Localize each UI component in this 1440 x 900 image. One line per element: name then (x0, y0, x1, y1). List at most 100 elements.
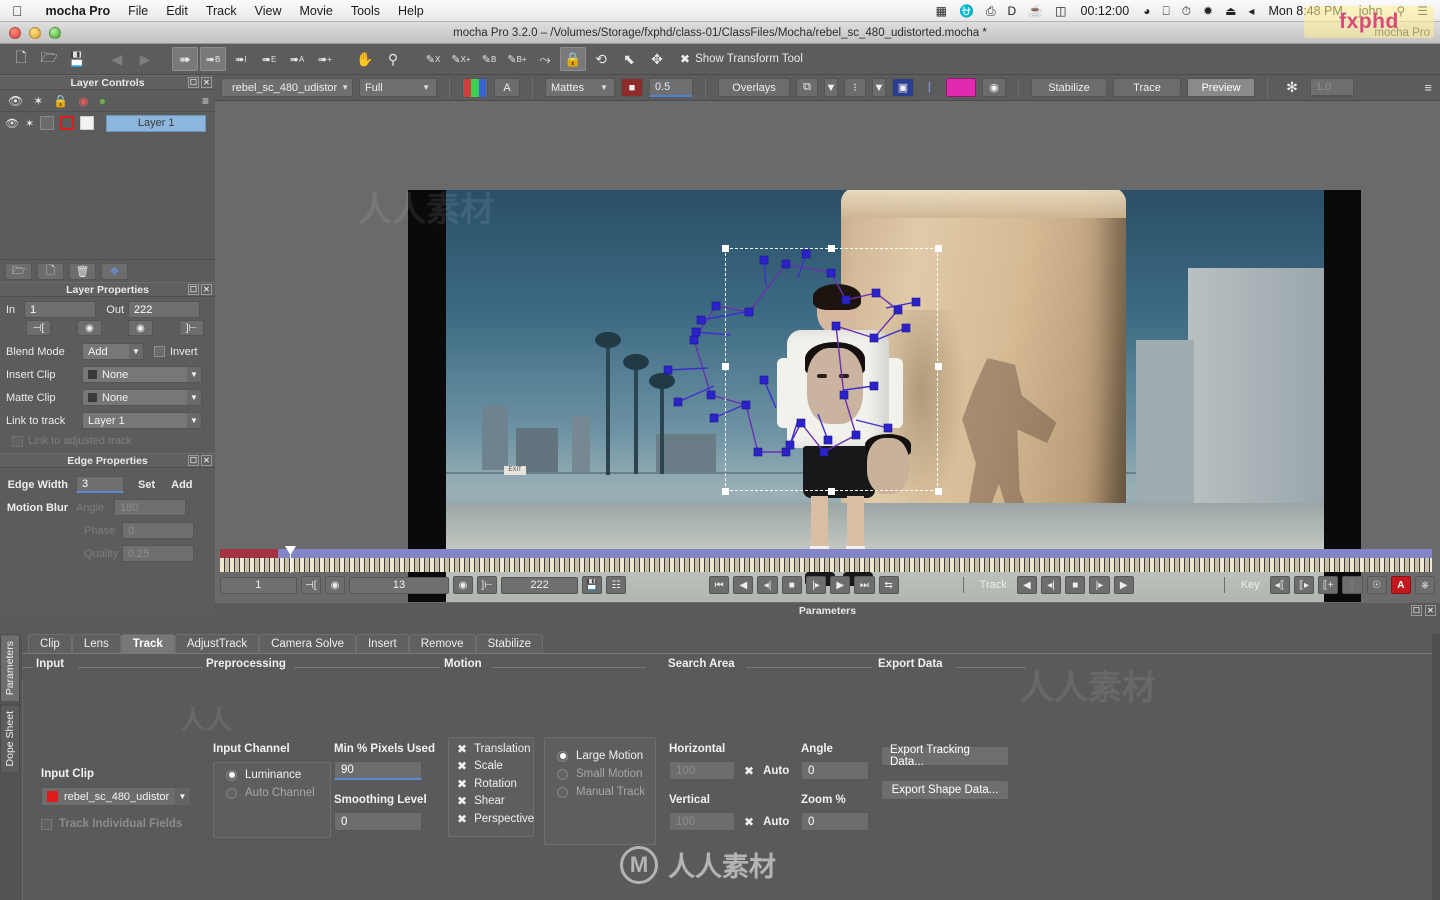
delete-key-icon[interactable]: ⟦ (1342, 576, 1363, 594)
viewer-panel[interactable]: EXIT 1 ⊣[◉ 13 ◉]⊢ 222 💾 ☷ ⏮ ◀ ◂| ■ |▸ … (215, 101, 1440, 607)
timeline-frames[interactable] (220, 558, 1432, 572)
set-in-icon[interactable]: ⊣[ (26, 320, 51, 336)
set-in-point-icon[interactable]: ⊣[ (300, 576, 321, 594)
timeline-range-bar[interactable] (220, 549, 1432, 558)
radio-luminance[interactable]: Luminance (226, 769, 330, 781)
horizontal-auto-label[interactable]: Auto (763, 765, 789, 777)
radio-manual-track[interactable]: Manual Track (557, 786, 655, 798)
menu-file[interactable]: File (119, 0, 157, 22)
new-group-icon[interactable]: 🗁 (5, 262, 32, 280)
bbox-handle-tl[interactable] (722, 245, 729, 252)
all-points-a-tool-icon[interactable]: ➠ A (284, 47, 310, 71)
bbox-handle-mr[interactable] (935, 363, 942, 370)
matte-opacity-input[interactable]: 0.5 (649, 78, 693, 97)
bbox-handle-bm[interactable] (828, 488, 835, 495)
point-display-icon[interactable]: ⁝ (844, 78, 866, 97)
link-lock-tool-icon[interactable]: 🔒 (560, 47, 586, 71)
screen-share-icon[interactable]: ⎕ (1156, 0, 1175, 22)
overlays-button[interactable]: Overlays (718, 78, 790, 97)
blend-mode-select[interactable]: Add ▼ (82, 343, 144, 360)
add-point-b-tool-icon[interactable]: ➠ B (200, 47, 226, 71)
edge-width-input[interactable]: 3 (76, 476, 124, 493)
vtab-dope-sheet[interactable]: Dope Sheet (0, 704, 20, 774)
mattes-selector[interactable]: Mattes ▼ (545, 78, 615, 97)
save-range-icon[interactable]: ☷ (606, 576, 627, 594)
edge-set-button[interactable]: Set (138, 479, 155, 491)
trace-button[interactable]: Trace (1113, 78, 1181, 97)
play-forward-icon[interactable]: ▶ (830, 576, 851, 594)
bbox-handle-tr[interactable] (935, 245, 942, 252)
float-panel-icon[interactable]: ☐ (188, 284, 199, 295)
track-forward-one-icon[interactable]: |▸ (1089, 576, 1110, 594)
brightness-icon[interactable]: ✻ (1280, 78, 1304, 97)
close-panel-icon[interactable]: ✕ (201, 77, 212, 88)
outline-color-icon[interactable]: ◉ (78, 94, 88, 108)
play-backward-icon[interactable]: ◀ (733, 576, 754, 594)
vertical-input[interactable]: 100 (669, 812, 735, 831)
tab-camera-solve[interactable]: Camera Solve (259, 634, 356, 653)
magnetic-spline-tool-icon[interactable]: ⤳ (532, 47, 558, 71)
prev-key-icon[interactable]: ◂⟦ (1269, 576, 1290, 594)
go-to-out-point-icon[interactable]: ◉ (452, 576, 474, 594)
surface-icon[interactable]: ❖ (101, 262, 128, 280)
dropbox-icon[interactable]: D (1002, 0, 1023, 22)
layer-name-label[interactable]: Layer 1 (106, 114, 207, 132)
input-clip-select[interactable]: rebel_sc_480_udistor ▼ (41, 787, 191, 806)
invert-checkbox[interactable] (154, 346, 165, 357)
chk-shear[interactable]: ✖ Shear (457, 794, 533, 808)
preview-button[interactable]: Preview (1187, 78, 1255, 97)
bbox-handle-ml[interactable] (722, 363, 729, 370)
volume-icon[interactable]: ◂ (1242, 0, 1260, 22)
chk-scale[interactable]: ✖ Scale (457, 759, 533, 773)
edge-point-e-tool-icon[interactable]: ➠ E (256, 47, 282, 71)
pan-hand-tool-icon[interactable]: ✋ (352, 47, 378, 71)
rotate-tool-icon[interactable]: ⟲ (588, 47, 614, 71)
horizontal-input[interactable]: 100 (669, 761, 735, 780)
matte-clip-select[interactable]: None ▼ (82, 389, 202, 406)
view-panel-menu-icon[interactable]: ≡ (1424, 80, 1432, 95)
back-arrow-icon[interactable]: ◀ (104, 47, 130, 71)
matte-color-icon[interactable]: ■ (621, 78, 643, 97)
end-frame-input[interactable]: 222 (501, 576, 578, 594)
menu-help[interactable]: Help (389, 0, 433, 22)
go-to-in-icon[interactable]: ◉ (77, 320, 102, 336)
overlay-copy-icon[interactable]: ⧉ (796, 78, 818, 97)
point-display-dropdown-icon[interactable]: ▼ (872, 78, 886, 97)
tab-lens[interactable]: Lens (71, 634, 121, 653)
track-back-one-icon[interactable]: ◂| (1040, 576, 1062, 594)
save-frame-icon[interactable]: 💾 (581, 576, 603, 594)
transform-bounding-box[interactable] (725, 248, 938, 491)
new-layer-icon[interactable]: 🗋 (37, 262, 64, 280)
tab-remove[interactable]: Remove (408, 634, 476, 653)
save-project-icon[interactable]: 💾 (64, 47, 90, 71)
zoom-magnifier-tool-icon[interactable]: ⚲ (380, 47, 406, 71)
timeline-strip[interactable] (220, 546, 1432, 573)
angle-input[interactable]: 0 (801, 761, 869, 780)
rgb-channels-icon[interactable] (462, 78, 488, 97)
float-panel-icon[interactable]: ☐ (1411, 605, 1422, 616)
chk-rotation[interactable]: ✖ Rotation (457, 777, 533, 791)
bell-icon[interactable]: ☕ (1022, 0, 1049, 22)
min-pixels-input[interactable]: 90 (334, 761, 422, 780)
eye-icon[interactable]: 👁 (8, 94, 23, 108)
viewer-canvas[interactable]: EXIT (408, 190, 1361, 607)
go-to-start-icon[interactable]: ⏮ (709, 576, 730, 594)
menu-tools[interactable]: Tools (342, 0, 389, 22)
chk-perspective[interactable]: ✖ Perspective (457, 812, 534, 826)
layer-panel-menu-icon[interactable]: ≡ (202, 94, 209, 108)
alpha-channel-button[interactable]: A (494, 78, 520, 97)
notification-center-icon[interactable]: ☰ (1411, 0, 1434, 22)
loop-playback-icon[interactable]: ⇆ (878, 576, 899, 594)
set-out-point-icon[interactable]: ]⊢ (477, 576, 498, 594)
xspline-tool-icon[interactable]: ✎ X (420, 47, 446, 71)
layer-outline-color-swatch[interactable] (60, 116, 75, 130)
bbox-handle-br[interactable] (935, 488, 942, 495)
quality-selector[interactable]: Full ▼ (359, 78, 437, 97)
vertical-auto-label[interactable]: Auto (763, 816, 789, 828)
step-back-icon[interactable]: ◂| (757, 576, 778, 594)
open-project-icon[interactable]: 🗁 (36, 47, 62, 71)
tab-clip[interactable]: Clip (28, 634, 72, 653)
creative-cloud-icon[interactable]: ⛎ (953, 0, 980, 22)
film-icon[interactable]: ▦ (930, 0, 953, 22)
gear-icon[interactable]: ✶ (33, 94, 43, 108)
